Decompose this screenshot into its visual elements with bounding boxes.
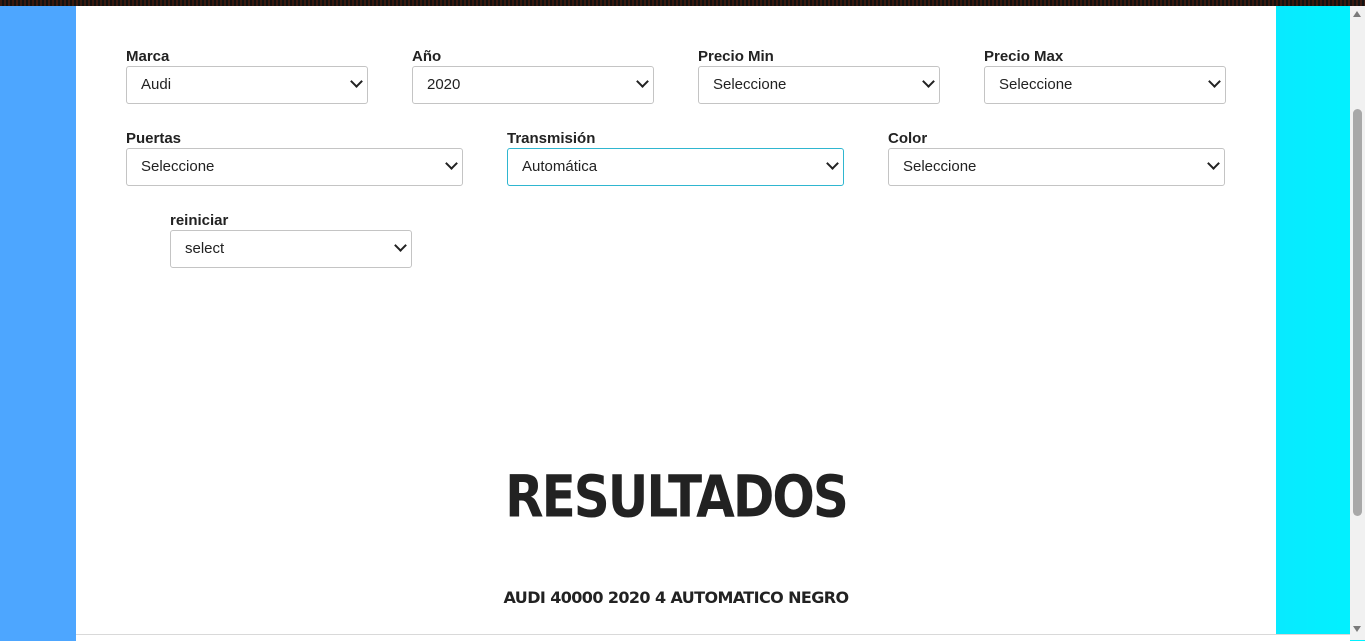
puertas-select[interactable]: Seleccione (126, 148, 463, 186)
color-field: Color Seleccione (888, 130, 1225, 186)
marca-select-value: Audi (141, 76, 172, 93)
chevron-down-icon (922, 75, 935, 88)
precio-min-select-value: Seleccione (713, 76, 787, 93)
scroll-down-arrow-icon[interactable] (1353, 626, 1361, 632)
main-panel: Marca Audi Año 2020 Precio Min Seleccion… (76, 6, 1276, 634)
transmision-label: Transmisión (507, 130, 596, 147)
anio-select[interactable]: 2020 (412, 66, 654, 104)
precio-max-select-value: Seleccione (999, 76, 1073, 93)
chevron-down-icon (445, 157, 458, 170)
result-item: AUDI 40000 2020 4 AUTOMATICO NEGRO (503, 588, 850, 607)
marca-field: Marca Audi (126, 48, 368, 104)
precio-max-select[interactable]: Seleccione (984, 66, 1226, 104)
reiniciar-select-value: select (185, 240, 225, 257)
results-title: RESULTADOS (505, 463, 849, 531)
puertas-select-value: Seleccione (141, 158, 215, 175)
chevron-down-icon (1208, 75, 1221, 88)
transmision-select[interactable]: Automática (507, 148, 844, 186)
vertical-scrollbar[interactable] (1350, 6, 1365, 640)
color-select-value: Seleccione (903, 158, 977, 175)
scroll-up-arrow-icon[interactable] (1353, 11, 1361, 17)
reiniciar-label: reiniciar (170, 212, 229, 229)
marca-select[interactable]: Audi (126, 66, 368, 104)
precio-min-label: Precio Min (698, 48, 774, 65)
chevron-down-icon (350, 75, 363, 88)
precio-max-label: Precio Max (984, 48, 1064, 65)
color-label: Color (888, 130, 928, 147)
precio-min-select[interactable]: Seleccione (698, 66, 940, 104)
chevron-down-icon (1207, 157, 1220, 170)
precio-min-field: Precio Min Seleccione (698, 48, 940, 104)
scrollbar-thumb[interactable] (1353, 109, 1362, 516)
marca-label: Marca (126, 48, 170, 65)
chevron-down-icon (394, 239, 407, 252)
anio-label: Año (412, 48, 442, 65)
puertas-field: Puertas Seleccione (126, 130, 463, 186)
reiniciar-select[interactable]: select (170, 230, 412, 268)
color-select[interactable]: Seleccione (888, 148, 1225, 186)
puertas-label: Puertas (126, 130, 182, 147)
transmision-select-value: Automática (522, 158, 598, 175)
transmision-field: Transmisión Automática (507, 130, 844, 186)
chevron-down-icon (826, 157, 839, 170)
precio-max-field: Precio Max Seleccione (984, 48, 1226, 104)
anio-field: Año 2020 (412, 48, 654, 104)
chevron-down-icon (636, 75, 649, 88)
anio-select-value: 2020 (427, 76, 461, 93)
reiniciar-field: reiniciar select (170, 212, 412, 268)
